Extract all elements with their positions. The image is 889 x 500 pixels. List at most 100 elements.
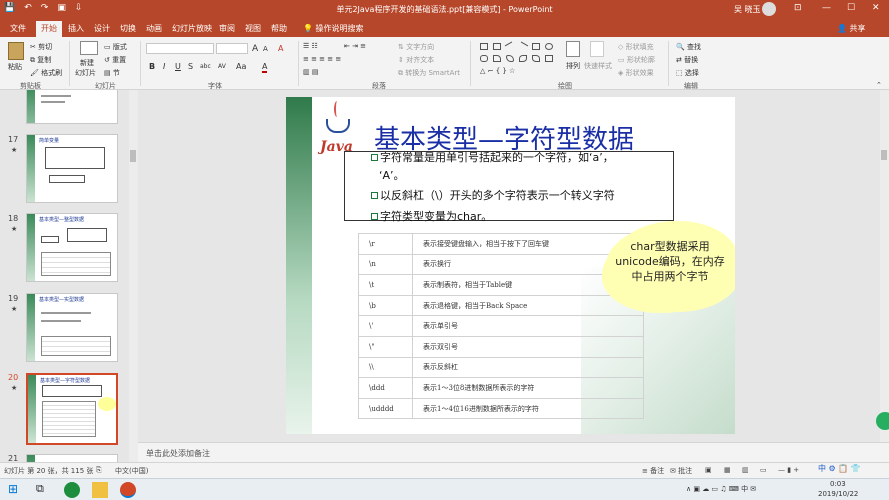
notes-toggle[interactable]: ≡ 备注 (642, 466, 664, 476)
shape-arrow-icon[interactable] (517, 41, 529, 52)
shape-symbols-icon[interactable]: △ ⌐ { } ☆ (480, 67, 515, 75)
quick-styles-icon[interactable] (590, 41, 604, 57)
slideshow-view-button[interactable]: ▭ (760, 466, 767, 474)
language-indicator[interactable]: 中文(中国) (115, 466, 148, 476)
slide-thumbnail-19[interactable]: 基本类型—实型数据 (26, 293, 118, 362)
spellcheck-icon[interactable]: ⎘ (96, 466, 102, 475)
task-view-icon[interactable]: ⧉ (36, 482, 52, 498)
shape-leaf-icon[interactable] (532, 55, 540, 62)
clock-date[interactable]: 2019/10/22 (818, 490, 858, 498)
ime-indicator[interactable]: 中 ⚙ 📋 👕 (818, 463, 861, 474)
strikethrough-button[interactable]: S (188, 62, 193, 71)
shape-fill-button[interactable]: ◇ 形状填充 (618, 42, 654, 52)
minimize-button[interactable]: — (822, 3, 831, 13)
ribbon-display-options-icon[interactable]: ⊡ (794, 3, 802, 13)
copy-button[interactable]: ⧉ 复制 (30, 55, 51, 65)
font-size-dropdown[interactable] (216, 43, 248, 54)
shape-teardrop-icon[interactable] (519, 55, 527, 62)
zoom-slider[interactable]: — ▮ + (778, 466, 799, 474)
reading-view-button[interactable]: ▥ (742, 466, 749, 474)
tab-review[interactable]: 审阅 (219, 23, 235, 34)
align-buttons[interactable]: ≡ ≡ ≡ ≡ ≡ (303, 55, 341, 63)
scrollbar-thumb[interactable] (881, 150, 887, 160)
comments-toggle[interactable]: ✉ 批注 (670, 466, 692, 476)
font-name-dropdown[interactable] (146, 43, 214, 54)
tab-help[interactable]: 帮助 (271, 23, 287, 34)
paste-button[interactable]: 粘贴 (8, 62, 22, 72)
arrange-button[interactable]: 排列 (566, 61, 580, 71)
tab-file[interactable]: 文件 (10, 23, 26, 34)
format-painter-button[interactable]: 🖌 格式刷 (30, 68, 62, 78)
cut-button[interactable]: ✂ 剪切 (30, 42, 52, 52)
shape-textbox-icon[interactable] (493, 43, 501, 50)
slide-thumbnail-20-selected[interactable]: 基本类型—字符型数据 (26, 373, 118, 445)
shape-line-icon[interactable] (504, 41, 516, 52)
avatar[interactable] (762, 2, 776, 16)
file-explorer-icon[interactable] (92, 482, 108, 498)
grow-font-button[interactable]: A (252, 44, 258, 54)
font-color-button[interactable]: A (262, 62, 268, 73)
shape-oval-icon[interactable] (545, 43, 553, 50)
maximize-button[interactable]: ☐ (847, 3, 855, 13)
shape-more-icon[interactable] (545, 55, 553, 62)
underline-button[interactable]: U (175, 62, 181, 71)
shrink-font-button[interactable]: A (263, 45, 268, 53)
text-shadow-button[interactable]: abc (200, 63, 211, 70)
new-slide-icon[interactable] (80, 41, 98, 55)
system-tray-icons[interactable]: ∧ ▣ ☁ ▭ ♫ ⌨ 中 ✉ (686, 484, 756, 494)
align-text-button[interactable]: ⇕ 对齐文本 (398, 55, 434, 65)
section-button[interactable]: ▤ 节 (104, 68, 120, 78)
shape-outline-button[interactable]: ▭ 形状轮廓 (618, 55, 655, 65)
slide-thumbnail-18[interactable]: 基本类型—整型数据 (26, 213, 118, 282)
close-button[interactable]: ✕ (872, 3, 880, 13)
slide-thumbnail-21[interactable] (26, 454, 118, 462)
quick-styles-button[interactable]: 快速样式 (584, 61, 612, 71)
clear-formatting-button[interactable]: A (278, 44, 283, 53)
bullets-button[interactable]: ☰ ☷ (303, 42, 318, 50)
thumbnails-scrollbar[interactable] (129, 90, 138, 462)
replace-button[interactable]: ⇄ 替换 (676, 55, 698, 65)
tab-view[interactable]: 视图 (245, 23, 261, 34)
tab-insert[interactable]: 插入 (68, 23, 84, 34)
share-button[interactable]: 👤 共享 (837, 23, 866, 34)
new-slide-button[interactable]: 新建 (80, 58, 94, 68)
reset-button[interactable]: ↺ 重置 (104, 55, 126, 65)
italic-button[interactable]: I (163, 62, 165, 71)
slide-sorter-button[interactable]: ▦ (724, 466, 731, 474)
powerpoint-taskbar-icon[interactable] (120, 482, 136, 498)
tab-home[interactable]: 开始 (36, 21, 62, 37)
start-button[interactable]: ⊞ (8, 482, 24, 498)
slide-thumbnail-17[interactable]: 简单变量 (26, 134, 118, 203)
shape-rounded-rectangle-icon[interactable] (480, 55, 488, 62)
floating-assistant-icon[interactable] (876, 412, 889, 430)
character-spacing-button[interactable]: AV (218, 63, 226, 70)
bullet-textbox[interactable]: 字符常量是用单引号括起来的一个字符，如‘a’， ‘A’。 以反斜杠（\）开头的多… (344, 151, 674, 223)
bold-button[interactable]: B (149, 62, 155, 71)
select-button[interactable]: ⬚ 选择 (676, 68, 699, 78)
escape-sequence-table[interactable]: \r 表示接受键盘输入，相当于按下了回车键 \n 表示换行 \t 表示制表符，相当于Tab… (358, 233, 644, 420)
change-case-button[interactable]: Aa (236, 62, 246, 71)
text-direction-button[interactable]: ⇅ 文字方向 (398, 42, 434, 52)
layout-button[interactable]: ▭ 版式 (104, 42, 127, 52)
convert-smartart-button[interactable]: ⧉ 转换为 SmartArt (398, 68, 460, 78)
tell-me-search[interactable]: 💡 操作说明搜索 (303, 23, 364, 34)
current-slide[interactable]: Java 基本类型—字符型数据 字符常量是用单引号括起来的一个字符，如‘a’， … (286, 97, 735, 434)
notes-pane[interactable]: 单击此处添加备注 (138, 442, 889, 462)
arrange-icon[interactable] (566, 41, 580, 57)
tab-slideshow[interactable]: 幻灯片放映 (172, 23, 212, 34)
slide-thumbnail-16[interactable] (26, 90, 118, 124)
clock-time[interactable]: 0:03 (830, 480, 846, 488)
shape-snip-icon[interactable] (493, 55, 501, 62)
tab-animations[interactable]: 动画 (146, 23, 162, 34)
tab-design[interactable]: 设计 (94, 23, 110, 34)
find-button[interactable]: 🔍 查找 (676, 42, 701, 52)
shape-flowchart-icon[interactable] (506, 55, 514, 62)
slide-scrollbar[interactable] (880, 90, 889, 442)
normal-view-button[interactable]: ▣ (705, 466, 712, 474)
shape-effects-button[interactable]: ◈ 形状效果 (618, 68, 654, 78)
shape-square-icon[interactable] (532, 43, 540, 50)
tab-transitions[interactable]: 切换 (120, 23, 136, 34)
columns-button[interactable]: ▥ ▤ (303, 68, 318, 76)
collapse-ribbon-icon[interactable]: ⌃ (876, 81, 882, 89)
paste-icon[interactable] (8, 42, 24, 60)
